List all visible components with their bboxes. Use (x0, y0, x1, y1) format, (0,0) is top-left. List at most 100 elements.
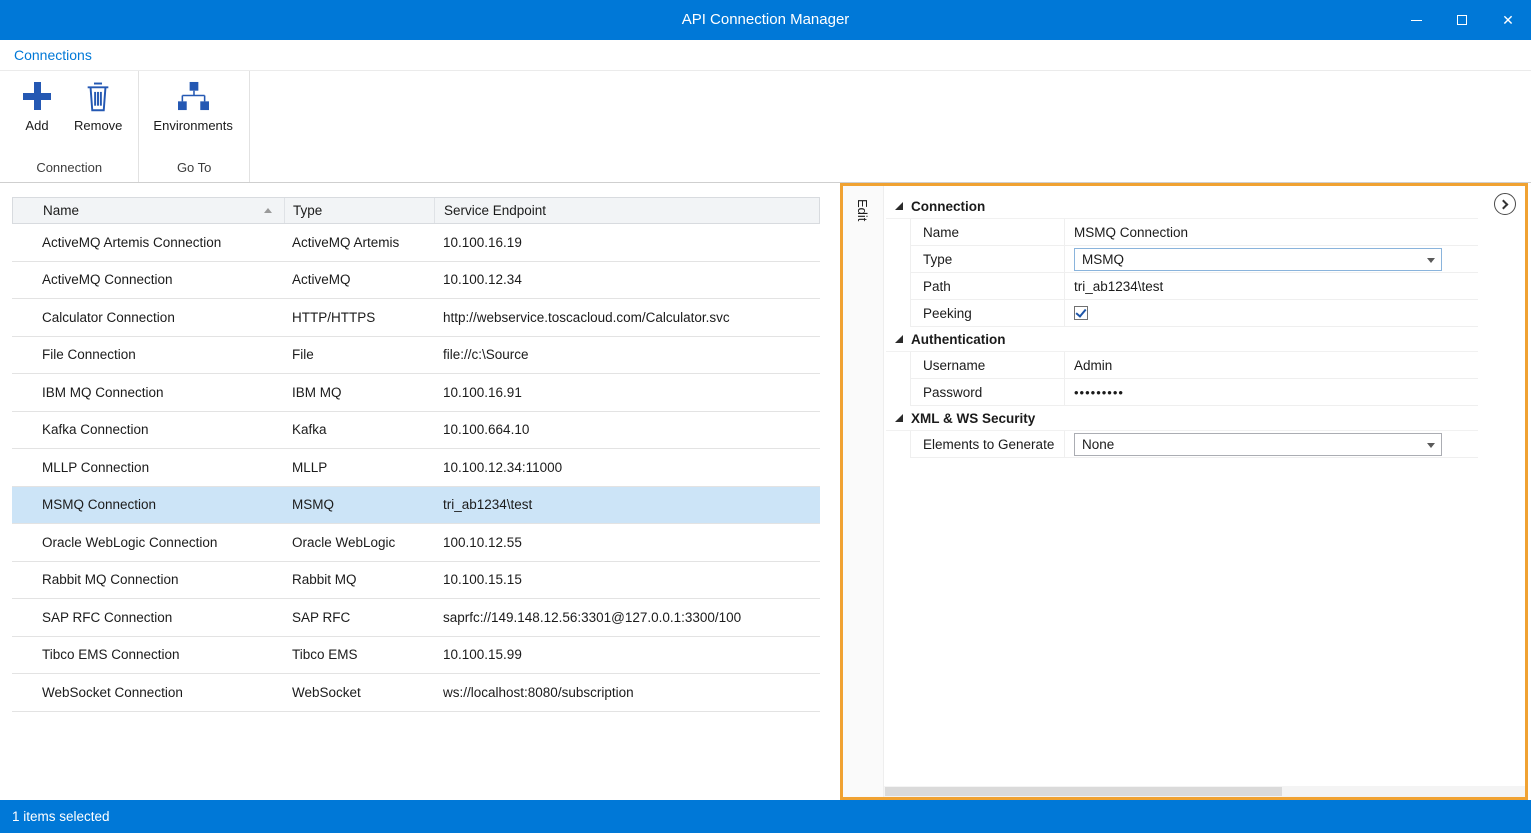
group-rows-connection: Name MSMQ Connection Type MSMQ Path tri_… (910, 219, 1478, 327)
table-header: Name Type Service Endpoint (12, 197, 820, 224)
expander-icon (895, 202, 903, 210)
add-icon (22, 78, 52, 114)
cell-name: Rabbit MQ Connection (12, 572, 284, 587)
table-row[interactable]: SAP RFC Connection SAP RFC saprfc://149.… (12, 599, 820, 637)
group-header-authentication[interactable]: Authentication (886, 327, 1478, 352)
table-row[interactable]: Calculator Connection HTTP/HTTPS http://… (12, 299, 820, 337)
cell-type: SAP RFC (284, 610, 434, 625)
ribbon: Connections Add (0, 40, 1531, 183)
table-row[interactable]: ActiveMQ Connection ActiveMQ 10.100.12.3… (12, 262, 820, 300)
username-field[interactable]: Admin (1064, 352, 1478, 378)
ribbon-body: Add Remove C (0, 71, 1531, 182)
cell-type: Tibco EMS (284, 647, 434, 662)
name-field[interactable]: MSMQ Connection (1064, 219, 1478, 245)
window-title: API Connection Manager (0, 0, 1531, 40)
column-header-name-label: Name (43, 203, 79, 218)
environments-icon (177, 78, 210, 114)
maximize-button[interactable] (1439, 0, 1485, 40)
cell-type: IBM MQ (284, 385, 434, 400)
type-field-cell: MSMQ (1064, 246, 1478, 272)
column-header-name[interactable]: Name (13, 198, 285, 223)
path-field[interactable]: tri_ab1234\test (1064, 273, 1478, 299)
password-field[interactable]: ••••••••• (1064, 379, 1478, 405)
ribbon-group-label-connection: Connection (0, 157, 138, 182)
column-header-endpoint[interactable]: Service Endpoint (435, 198, 819, 223)
elements-to-generate-dropdown[interactable]: None (1074, 433, 1442, 456)
table-row[interactable]: ActiveMQ Artemis Connection ActiveMQ Art… (12, 224, 820, 262)
environments-button[interactable]: Environments (153, 78, 232, 133)
close-icon: ✕ (1502, 12, 1514, 29)
environments-button-label: Environments (153, 118, 232, 133)
property-label: Elements to Generate (911, 437, 1064, 452)
type-dropdown[interactable]: MSMQ (1074, 248, 1442, 271)
ribbon-group-goto: Environments Go To (139, 71, 249, 182)
column-header-type[interactable]: Type (285, 198, 435, 223)
peeking-checkbox[interactable] (1074, 306, 1088, 320)
cell-endpoint: http://webservice.toscacloud.com/Calcula… (434, 310, 820, 325)
expander-icon (895, 335, 903, 343)
table-row-selected[interactable]: MSMQ Connection MSMQ tri_ab1234\test (12, 487, 820, 525)
table-row[interactable]: File Connection File file://c:\Source (12, 337, 820, 375)
horizontal-scrollbar[interactable] (884, 786, 1525, 797)
property-label: Path (911, 279, 1064, 294)
cell-name: SAP RFC Connection (12, 610, 284, 625)
scrollbar-thumb[interactable] (885, 787, 1282, 796)
cell-endpoint: 10.100.12.34 (434, 272, 820, 287)
add-button[interactable]: Add (14, 78, 60, 133)
table-row[interactable]: Rabbit MQ Connection Rabbit MQ 10.100.15… (12, 562, 820, 600)
group-header-connection[interactable]: Connection (886, 194, 1478, 219)
property-label: Username (911, 358, 1064, 373)
group-header-xml-ws-security[interactable]: XML & WS Security (886, 406, 1478, 431)
collapse-panel-button[interactable] (1494, 193, 1516, 215)
cell-endpoint: 10.100.16.19 (434, 235, 820, 250)
chevron-down-icon (1427, 443, 1435, 448)
cell-endpoint: file://c:\Source (434, 347, 820, 362)
cell-endpoint: saprfc://149.148.12.56:3301@127.0.0.1:33… (434, 610, 820, 625)
cell-name: File Connection (12, 347, 284, 362)
property-row-peeking: Peeking (911, 300, 1478, 327)
property-row-username: Username Admin (911, 352, 1478, 379)
table-row[interactable]: MLLP Connection MLLP 10.100.12.34:11000 (12, 449, 820, 487)
cell-endpoint: 10.100.15.99 (434, 647, 820, 662)
remove-button-label: Remove (74, 118, 122, 133)
statusbar: 1 items selected (0, 800, 1531, 833)
group-title: XML & WS Security (911, 411, 1035, 426)
maximize-icon (1457, 15, 1467, 25)
cell-name: Kafka Connection (12, 422, 284, 437)
property-row-elements-to-generate: Elements to Generate None (911, 431, 1478, 458)
property-row-password: Password ••••••••• (911, 379, 1478, 406)
minimize-icon (1411, 20, 1422, 21)
table-row[interactable]: WebSocket Connection WebSocket ws://loca… (12, 674, 820, 712)
cell-type: ActiveMQ Artemis (284, 235, 434, 250)
close-button[interactable]: ✕ (1485, 0, 1531, 40)
cell-endpoint: 10.100.16.91 (434, 385, 820, 400)
remove-button[interactable]: Remove (74, 78, 122, 133)
elements-dropdown-value: None (1082, 434, 1114, 455)
group-title: Authentication (911, 332, 1006, 347)
property-label: Peeking (911, 306, 1064, 321)
cell-type: Rabbit MQ (284, 572, 434, 587)
cell-name: MLLP Connection (12, 460, 284, 475)
table-row[interactable]: Oracle WebLogic Connection Oracle WebLog… (12, 524, 820, 562)
cell-type: MSMQ (284, 497, 434, 512)
tab-connections[interactable]: Connections (14, 47, 92, 63)
sort-ascending-icon (264, 208, 272, 213)
minimize-button[interactable] (1393, 0, 1439, 40)
column-header-type-label: Type (293, 203, 322, 218)
table-row[interactable]: Kafka Connection Kafka 10.100.664.10 (12, 412, 820, 450)
cell-endpoint: tri_ab1234\test (434, 497, 820, 512)
cell-name: Oracle WebLogic Connection (12, 535, 284, 550)
edit-panel-strip-label: Edit (855, 186, 870, 221)
cell-type: Kafka (284, 422, 434, 437)
cell-type: MLLP (284, 460, 434, 475)
cell-endpoint: 10.100.664.10 (434, 422, 820, 437)
table-row[interactable]: IBM MQ Connection IBM MQ 10.100.16.91 (12, 374, 820, 412)
property-grid: Connection Name MSMQ Connection Type MSM… (884, 186, 1525, 797)
cell-type: WebSocket (284, 685, 434, 700)
cell-type: ActiveMQ (284, 272, 434, 287)
elements-field-cell: None (1064, 431, 1478, 457)
table-row[interactable]: Tibco EMS Connection Tibco EMS 10.100.15… (12, 637, 820, 675)
selection-count-text: 1 items selected (12, 809, 110, 824)
cell-endpoint: ws://localhost:8080/subscription (434, 685, 820, 700)
connections-table: Name Type Service Endpoint ActiveMQ Arte… (12, 197, 820, 712)
